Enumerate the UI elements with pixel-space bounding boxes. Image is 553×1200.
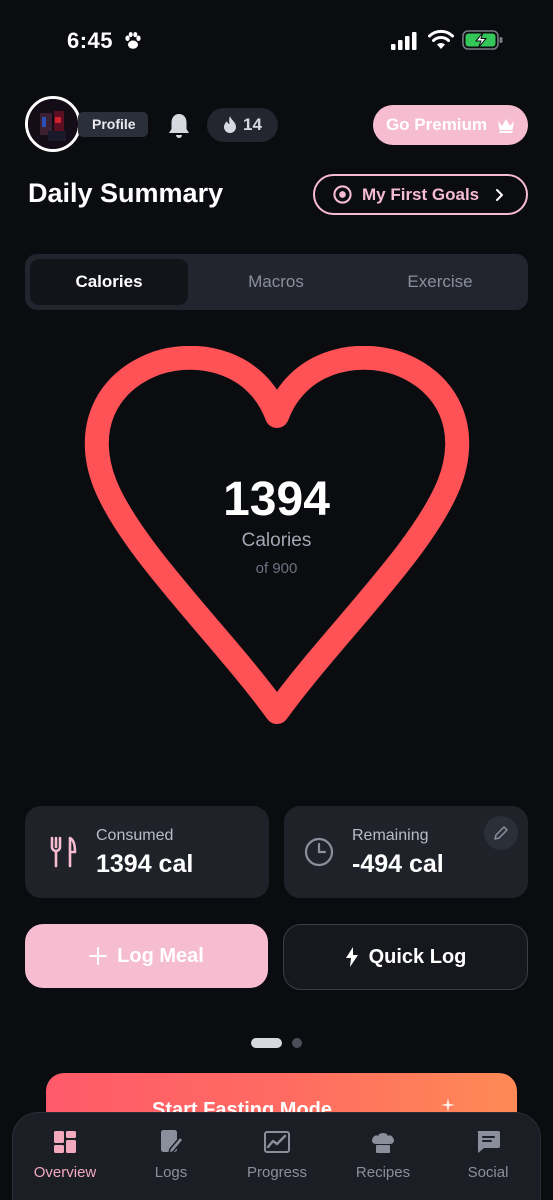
bottom-nav: Overview Logs Progress Recipes Social — [12, 1112, 541, 1200]
quick-log-button[interactable]: Quick Log — [283, 924, 528, 990]
chevron-right-icon — [496, 189, 503, 201]
remaining-value: -494 cal — [352, 850, 444, 878]
edit-goal-button[interactable] — [484, 816, 518, 850]
tab-calories[interactable]: Calories — [30, 259, 188, 305]
page-title: Daily Summary — [28, 178, 224, 208]
battery-charging-icon — [462, 30, 503, 50]
bolt-icon — [345, 947, 358, 967]
page-dot-active[interactable] — [251, 1038, 282, 1048]
calorie-label: Calories — [241, 530, 312, 551]
nav-overview[interactable]: Overview — [15, 1129, 115, 1181]
nav-recipes[interactable]: Recipes — [333, 1129, 433, 1181]
sparkle-icon — [441, 1098, 455, 1112]
quick-log-label: Quick Log — [368, 945, 467, 968]
status-bar: 6:45 — [0, 0, 553, 84]
nav-social[interactable]: Social — [438, 1129, 538, 1181]
page-indicator[interactable] — [251, 1038, 303, 1048]
signal-icon — [391, 32, 417, 50]
avatar[interactable] — [25, 96, 81, 152]
plus-icon — [89, 947, 108, 965]
status-time: 6:45 — [67, 28, 114, 53]
nav-social-label: Social — [467, 1164, 509, 1181]
nav-overview-label: Overview — [33, 1164, 97, 1181]
overview-icon — [54, 1131, 76, 1153]
social-icon — [477, 1131, 500, 1153]
my-first-goals-button[interactable]: My First Goals — [313, 174, 528, 215]
streak-count: 14 — [243, 115, 262, 134]
calorie-value: 1394 — [223, 473, 330, 526]
fork-knife-icon — [50, 836, 77, 868]
consumed-label: Consumed — [96, 827, 174, 844]
clock-icon — [304, 837, 334, 867]
progress-icon — [264, 1131, 290, 1153]
nav-progress[interactable]: Progress — [227, 1129, 327, 1181]
remaining-card[interactable]: Remaining -494 cal — [284, 806, 528, 898]
log-meal-label: Log Meal — [117, 944, 204, 967]
tab-exercise[interactable]: Exercise — [361, 259, 519, 305]
go-premium-label: Go Premium — [385, 115, 488, 134]
nav-progress-label: Progress — [246, 1164, 308, 1181]
calorie-goal: of 900 — [255, 560, 298, 577]
crown-icon — [498, 118, 515, 133]
profile-chip[interactable]: Profile — [78, 112, 148, 137]
top-header: Profile 14 Go Premium — [0, 96, 553, 156]
logs-icon — [161, 1130, 184, 1155]
remaining-label: Remaining — [352, 827, 429, 844]
page-dot[interactable] — [292, 1038, 302, 1048]
go-premium-button[interactable]: Go Premium — [373, 105, 528, 145]
nav-logs-label: Logs — [154, 1164, 188, 1181]
nav-recipes-label: Recipes — [355, 1164, 411, 1181]
consumed-value: 1394 cal — [96, 850, 194, 878]
log-meal-button[interactable]: Log Meal — [25, 924, 268, 988]
streak-badge[interactable]: 14 — [207, 108, 278, 142]
pencil-icon — [494, 826, 508, 840]
bell-icon[interactable] — [166, 112, 192, 140]
paw-icon — [125, 32, 141, 49]
consumed-card[interactable]: Consumed 1394 cal — [25, 806, 269, 898]
wifi-icon — [428, 29, 454, 49]
summary-tabs: Calories Macros Exercise — [25, 254, 528, 310]
recipes-icon — [372, 1133, 394, 1153]
nav-logs[interactable]: Logs — [121, 1129, 221, 1181]
tab-macros[interactable]: Macros — [197, 259, 355, 305]
goals-label: My First Goals — [362, 184, 480, 204]
flame-icon — [224, 116, 237, 133]
avatar-image — [28, 99, 78, 149]
target-icon — [333, 185, 352, 204]
